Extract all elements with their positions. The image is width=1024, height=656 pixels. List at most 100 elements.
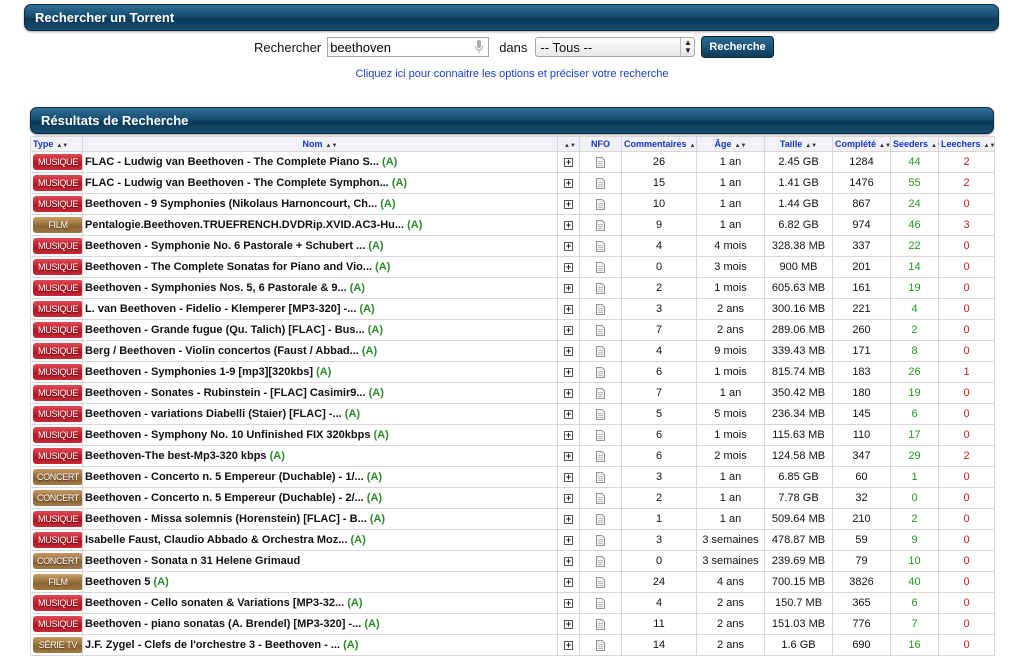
nfo-document-icon[interactable] — [596, 492, 605, 504]
nfo-document-icon[interactable] — [596, 345, 605, 357]
torrent-name-link[interactable]: FLAC - Ludwig van Beethoven - The Comple… — [85, 177, 389, 189]
nfo-document-icon[interactable] — [596, 240, 605, 252]
nfo-document-icon[interactable] — [596, 513, 605, 525]
category-badge[interactable]: MUSIQUE — [33, 154, 82, 170]
header-col-seeders[interactable]: Seeders ▲▼ — [890, 136, 943, 152]
category-badge[interactable]: MUSIQUE — [33, 322, 82, 338]
expand-plus-icon[interactable]: + — [564, 641, 573, 650]
category-badge[interactable]: SÉRIE TV — [33, 637, 82, 653]
nfo-document-icon[interactable] — [596, 450, 605, 462]
torrent-name-link[interactable]: Berg / Beethoven - Violin concertos (Fau… — [85, 345, 359, 357]
torrent-name-link[interactable]: Beethoven - The Complete Sonatas for Pia… — [85, 261, 372, 273]
category-badge[interactable]: MUSIQUE — [33, 532, 82, 548]
expand-plus-icon[interactable]: + — [564, 536, 573, 545]
expand-plus-icon[interactable]: + — [564, 326, 573, 335]
nfo-document-icon[interactable] — [596, 156, 605, 168]
category-badge[interactable]: MUSIQUE — [33, 427, 82, 443]
nfo-document-icon[interactable] — [596, 261, 605, 273]
torrent-name-link[interactable]: Beethoven 5 — [85, 576, 150, 588]
header-col-commentaires[interactable]: Commentaires ▲▼ — [621, 136, 701, 152]
category-badge[interactable]: FILM — [33, 217, 82, 233]
microphone-icon[interactable] — [474, 40, 484, 54]
expand-plus-icon[interactable]: + — [564, 494, 573, 503]
category-badge[interactable]: MUSIQUE — [33, 343, 82, 359]
torrent-name-link[interactable]: Beethoven - Symphonies 1-9 [mp3][320kbs] — [85, 366, 313, 378]
expand-plus-icon[interactable]: + — [564, 515, 573, 524]
torrent-name-link[interactable]: FLAC - Ludwig van Beethoven - The Comple… — [85, 156, 379, 168]
expand-plus-icon[interactable]: + — [564, 158, 573, 167]
nfo-document-icon[interactable] — [596, 597, 605, 609]
expand-plus-icon[interactable]: + — [564, 221, 573, 230]
torrent-name-link[interactable]: Beethoven - Missa solemnis (Horenstein) … — [85, 513, 367, 525]
torrent-name-link[interactable]: Beethoven - Symphonie No. 6 Pastorale + … — [85, 240, 365, 252]
category-badge[interactable]: CONCERT — [33, 553, 82, 569]
torrent-name-link[interactable]: Beethoven - Concerto n. 5 Empereur (Duch… — [85, 471, 364, 483]
expand-plus-icon[interactable]: + — [564, 578, 573, 587]
torrent-name-link[interactable]: Beethoven - Symphonies Nos. 5, 6 Pastora… — [85, 282, 347, 294]
category-badge[interactable]: MUSIQUE — [33, 511, 82, 527]
expand-plus-icon[interactable]: + — [564, 473, 573, 482]
category-badge[interactable]: MUSIQUE — [33, 238, 82, 254]
expand-plus-icon[interactable]: + — [564, 263, 573, 272]
expand-plus-icon[interactable]: + — [564, 305, 573, 314]
category-badge[interactable]: MUSIQUE — [33, 175, 82, 191]
nfo-document-icon[interactable] — [596, 534, 605, 546]
category-badge[interactable]: MUSIQUE — [33, 364, 82, 380]
category-badge[interactable]: MUSIQUE — [33, 595, 82, 611]
category-badge[interactable]: MUSIQUE — [33, 406, 82, 422]
torrent-name-link[interactable]: J.F. Zygel - Clefs de l'orchestre 3 - Be… — [85, 639, 340, 651]
torrent-name-link[interactable]: Beethoven - Cello sonaten & Variations [… — [85, 597, 344, 609]
torrent-name-link[interactable]: Beethoven - Concerto n. 5 Empereur (Duch… — [85, 492, 364, 504]
category-badge[interactable]: MUSIQUE — [33, 616, 82, 632]
nfo-document-icon[interactable] — [596, 177, 605, 189]
category-select[interactable]: -- Tous -- ▲ ▼ — [535, 37, 696, 57]
nfo-document-icon[interactable] — [596, 324, 605, 336]
search-options-link[interactable]: Cliquez ici pour connaitre les options e… — [0, 68, 1024, 80]
category-badge[interactable]: MUSIQUE — [33, 259, 82, 275]
search-button[interactable]: Recherche — [701, 36, 774, 58]
expand-plus-icon[interactable]: + — [564, 368, 573, 377]
header-col-nom[interactable]: Nom ▲▼ — [82, 136, 558, 152]
expand-plus-icon[interactable]: + — [564, 599, 573, 608]
expand-plus-icon[interactable]: + — [564, 347, 573, 356]
category-badge[interactable]: MUSIQUE — [33, 196, 82, 212]
nfo-document-icon[interactable] — [596, 303, 605, 315]
torrent-name-link[interactable]: Beethoven - piano sonatas (A. Brendel) [… — [85, 618, 361, 630]
torrent-name-link[interactable]: Beethoven - Symphony No. 10 Unfinished F… — [85, 429, 370, 441]
nfo-document-icon[interactable] — [596, 618, 605, 630]
search-input[interactable] — [328, 38, 469, 56]
torrent-name-link[interactable]: Isabelle Faust, Claudio Abbado & Orchest… — [85, 534, 347, 546]
nfo-document-icon[interactable] — [596, 639, 605, 651]
expand-plus-icon[interactable]: + — [564, 389, 573, 398]
torrent-name-link[interactable]: L. van Beethoven - Fidelio - Klemperer [… — [85, 303, 356, 315]
torrent-name-link[interactable]: Beethoven - Sonata n 31 Helene Grimaud — [85, 555, 300, 567]
torrent-name-link[interactable]: Beethoven - Sonates - Rubinstein - [FLAC… — [85, 387, 366, 399]
expand-plus-icon[interactable]: + — [564, 452, 573, 461]
expand-plus-icon[interactable]: + — [564, 410, 573, 419]
nfo-document-icon[interactable] — [596, 555, 605, 567]
category-badge[interactable]: MUSIQUE — [33, 280, 82, 296]
expand-plus-icon[interactable]: + — [564, 557, 573, 566]
torrent-name-link[interactable]: Beethoven - variations Diabelli (Staier)… — [85, 408, 342, 420]
category-badge[interactable]: MUSIQUE — [33, 301, 82, 317]
nfo-document-icon[interactable] — [596, 387, 605, 399]
category-badge[interactable]: MUSIQUE — [33, 448, 82, 464]
nfo-document-icon[interactable] — [596, 429, 605, 441]
expand-plus-icon[interactable]: + — [564, 431, 573, 440]
header-col-leechers[interactable]: Leechers ▲▼ — [938, 136, 995, 152]
category-badge[interactable]: CONCERT — [33, 469, 82, 485]
category-badge[interactable]: MUSIQUE — [33, 385, 82, 401]
torrent-name-link[interactable]: Beethoven-The best-Mp3-320 kbps — [85, 450, 267, 462]
category-badge[interactable]: CONCERT — [33, 490, 82, 506]
torrent-name-link[interactable]: Beethoven - Grande fugue (Qu. Talich) [F… — [85, 324, 365, 336]
expand-plus-icon[interactable]: + — [564, 620, 573, 629]
nfo-document-icon[interactable] — [596, 408, 605, 420]
category-badge[interactable]: FILM — [33, 574, 82, 590]
expand-plus-icon[interactable]: + — [564, 242, 573, 251]
nfo-document-icon[interactable] — [596, 219, 605, 231]
nfo-document-icon[interactable] — [596, 366, 605, 378]
header-col-complete[interactable]: Complété ▲▼ — [832, 136, 891, 152]
header-col-taille[interactable]: Taille ▲▼ — [764, 136, 833, 152]
nfo-document-icon[interactable] — [596, 471, 605, 483]
nfo-document-icon[interactable] — [596, 576, 605, 588]
